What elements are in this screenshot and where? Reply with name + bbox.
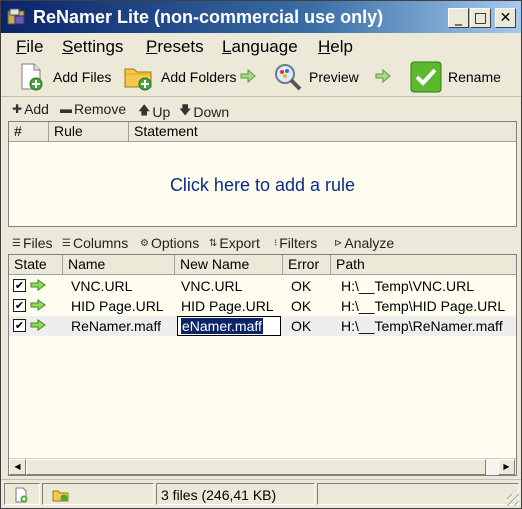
close-button[interactable]: ✕: [495, 8, 516, 28]
table-row-selected[interactable]: ✔ ReNamer.maff eNamer.maff OK H:\__Temp\…: [9, 316, 516, 336]
analyze-icon: ⊳: [334, 237, 343, 249]
app-icon: [7, 8, 25, 25]
menu-language[interactable]: Language: [222, 37, 298, 57]
minimize-button[interactable]: _: [448, 8, 469, 28]
cell-path: H:\__Temp\ReNamer.maff: [341, 318, 503, 334]
rename-label: Rename: [448, 69, 501, 85]
col-number[interactable]: #: [9, 122, 49, 142]
add-rule-button[interactable]: ✚ Add: [12, 101, 49, 117]
menu-presets[interactable]: Presets: [146, 37, 204, 57]
cell-error: OK: [291, 318, 312, 334]
remove-rule-button[interactable]: ▬ Remove: [60, 101, 126, 117]
options-menu-button[interactable]: ⚙ Options: [140, 235, 199, 251]
row-checkbox[interactable]: ✔: [13, 279, 26, 292]
add-file-icon: [15, 487, 28, 503]
scrollbar-thumb[interactable]: [26, 459, 486, 475]
add-folders-label: Add Folders: [161, 69, 237, 85]
add-folder-icon: [52, 490, 69, 502]
col-state[interactable]: State: [9, 255, 63, 275]
col-new-name[interactable]: New Name: [175, 255, 283, 275]
rules-header: # Rule Statement: [9, 122, 516, 142]
columns-icon: ☰: [62, 237, 71, 249]
app-window: ReNamer Lite (non-commercial use only) _…: [0, 0, 522, 509]
row-checkbox[interactable]: ✔: [13, 319, 26, 332]
status-bar: 3 files (246,41 KB): [1, 479, 521, 508]
add-folder-icon: [124, 68, 152, 91]
col-name[interactable]: Name: [63, 255, 175, 275]
rename-button[interactable]: Rename: [410, 59, 501, 95]
options-icon: ⚙: [140, 237, 149, 249]
main-toolbar: Add Files Add Folders Preview Rename: [1, 59, 521, 97]
selected-text[interactable]: eNamer.maff: [181, 318, 263, 334]
cell-error: OK: [291, 278, 312, 294]
table-row[interactable]: ✔ VNC.URL VNC.URL OK H:\__Temp\VNC.URL: [9, 276, 516, 296]
col-path[interactable]: Path: [331, 255, 516, 275]
cell-name: HID Page.URL: [71, 298, 164, 314]
add-files-label: Add Files: [53, 69, 112, 85]
maximize-button[interactable]: □: [470, 8, 491, 28]
columns-menu-button[interactable]: ☰ Columns: [62, 235, 128, 251]
filter-icon: ⁝: [274, 237, 278, 249]
resize-grip[interactable]: [507, 494, 519, 506]
cell-name: ReNamer.maff: [71, 318, 161, 334]
status-panel-empty: [317, 483, 519, 505]
cell-new-name: VNC.URL: [181, 278, 243, 294]
plus-icon: ✚: [12, 102, 23, 116]
menu-bar: File Settings Presets Language Help: [1, 33, 521, 59]
arrow-right-icon: [375, 69, 391, 83]
col-statement[interactable]: Statement: [129, 122, 516, 142]
minus-icon: ▬: [60, 102, 72, 116]
list-icon: ☰: [12, 237, 21, 249]
new-name-edit-field[interactable]: eNamer.maff: [177, 316, 281, 336]
files-table[interactable]: State Name New Name Error Path ✔ VNC.URL…: [8, 254, 517, 476]
cell-name: VNC.URL: [71, 278, 133, 294]
move-up-button[interactable]: 🡅 Up: [138, 101, 170, 122]
table-row[interactable]: ✔ HID Page.URL HID Page.URL OK H:\__Temp…: [9, 296, 516, 316]
move-down-button[interactable]: 🡇 Down: [179, 101, 229, 122]
arrow-up-icon: 🡅: [138, 103, 151, 117]
cell-new-name: HID Page.URL: [181, 298, 274, 314]
arrow-right-icon: [30, 319, 46, 331]
add-files-button[interactable]: Add Files: [17, 59, 111, 95]
col-rule[interactable]: Rule: [49, 122, 129, 142]
files-toolbar: ☰ Files ☰ Columns ⚙ Options ⇅ Export ⁝ Filter…: [1, 233, 521, 253]
menu-file[interactable]: File: [16, 37, 43, 57]
status-panel-summary: 3 files (246,41 KB): [156, 483, 315, 505]
arrow-right-icon: [240, 69, 256, 83]
status-panel-add-folders[interactable]: [42, 483, 154, 505]
export-icon: ⇅: [209, 237, 218, 249]
filters-menu-button[interactable]: ⁝ Filters: [274, 235, 317, 251]
arrow-right-icon: [30, 299, 46, 311]
row-checkbox[interactable]: ✔: [13, 299, 26, 312]
magnifier-icon: [275, 64, 302, 91]
analyze-menu-button[interactable]: ⊳ Analyze: [334, 235, 394, 251]
checkmark-icon: [410, 61, 442, 93]
scroll-right-button[interactable]: ▶: [498, 459, 515, 475]
menu-settings[interactable]: Settings: [62, 37, 123, 57]
status-panel-add-files[interactable]: [4, 483, 40, 505]
add-rule-hint[interactable]: Click here to add a rule: [9, 175, 516, 196]
window-title: ReNamer Lite (non-commercial use only): [33, 7, 384, 27]
export-menu-button[interactable]: ⇅ Export: [209, 235, 260, 251]
file-count-summary: 3 files (246,41 KB): [161, 487, 277, 503]
arrow-right-icon: [30, 279, 46, 291]
add-folders-button[interactable]: Add Folders: [123, 59, 236, 95]
add-file-icon: [21, 63, 43, 91]
rules-toolbar: ✚ Add ▬ Remove 🡅 Up 🡇 Down: [1, 98, 521, 120]
cell-error: OK: [291, 298, 312, 314]
col-error[interactable]: Error: [283, 255, 331, 275]
scroll-left-button[interactable]: ◀: [9, 459, 26, 475]
menu-help[interactable]: Help: [318, 37, 353, 57]
preview-button[interactable]: Preview: [273, 59, 359, 95]
cell-path: H:\__Temp\VNC.URL: [341, 278, 475, 294]
arrow-down-icon: 🡇: [179, 103, 192, 117]
horizontal-scrollbar[interactable]: ◀ ▶: [9, 458, 516, 475]
files-menu-button[interactable]: ☰ Files: [12, 235, 53, 251]
rules-table[interactable]: # Rule Statement Click here to add a rul…: [8, 121, 517, 227]
files-header: State Name New Name Error Path: [9, 255, 516, 275]
preview-label: Preview: [309, 69, 359, 85]
title-bar[interactable]: ReNamer Lite (non-commercial use only) _…: [1, 1, 521, 33]
cell-path: H:\__Temp\HID Page.URL: [341, 298, 506, 314]
